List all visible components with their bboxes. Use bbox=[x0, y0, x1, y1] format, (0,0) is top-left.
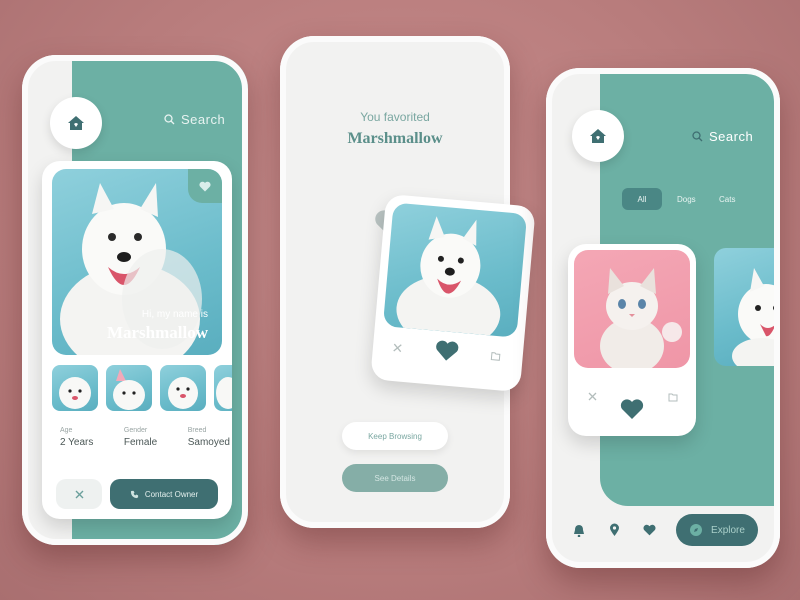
location-pin-icon[interactable] bbox=[609, 523, 620, 537]
home-button[interactable] bbox=[572, 110, 624, 162]
pet-profile-card: Hi, my name is Marshmallow Age 2 Years G… bbox=[42, 161, 232, 519]
favorite-corner[interactable] bbox=[188, 169, 222, 203]
keep-browsing-button[interactable]: Keep Browsing bbox=[342, 422, 448, 450]
explore-label: Explore bbox=[711, 524, 745, 536]
tab-label: All bbox=[637, 194, 647, 204]
close-icon bbox=[75, 490, 83, 498]
cat-card[interactable] bbox=[568, 244, 696, 436]
home-button[interactable] bbox=[50, 97, 102, 149]
heart-icon[interactable] bbox=[643, 524, 656, 536]
samoyed-illustration bbox=[396, 216, 501, 338]
detail-age: Age 2 Years bbox=[60, 427, 93, 448]
kitten-illustration bbox=[600, 268, 682, 368]
compass-icon bbox=[690, 524, 703, 536]
dismiss-button[interactable] bbox=[56, 479, 102, 509]
thumbnail-4[interactable] bbox=[214, 365, 232, 411]
thumbnail-2[interactable] bbox=[106, 365, 152, 411]
contact-owner-label: Contact Owner bbox=[144, 489, 199, 499]
samoyed-peek-illustration bbox=[732, 268, 780, 366]
heart-icon[interactable] bbox=[434, 339, 460, 363]
home-icon bbox=[68, 116, 84, 130]
tab-all[interactable]: All bbox=[622, 188, 662, 210]
close-icon[interactable] bbox=[588, 392, 597, 401]
search-bar[interactable]: Search bbox=[692, 129, 753, 144]
detail-label: Gender bbox=[123, 427, 148, 434]
favorited-text: You favorited bbox=[360, 110, 430, 124]
phone-explore-screen: Search All Dogs Cats Explore bbox=[546, 68, 780, 568]
detail-gender: Gender Female bbox=[124, 427, 157, 448]
search-label: Search bbox=[181, 112, 226, 127]
dog-thumbnail bbox=[216, 377, 232, 409]
thumbnail-3[interactable] bbox=[160, 365, 206, 411]
next-dog-card-peek[interactable] bbox=[714, 248, 780, 366]
search-icon bbox=[164, 114, 175, 125]
dog-party-hat-thumbnail bbox=[113, 369, 145, 410]
bottom-nav: Explore bbox=[546, 508, 780, 558]
folder-icon[interactable] bbox=[668, 392, 678, 402]
dog-thumbnail bbox=[168, 377, 198, 409]
detail-breed: Breed Samoyed bbox=[188, 427, 230, 448]
heart-icon[interactable] bbox=[620, 398, 644, 420]
home-icon bbox=[590, 129, 606, 143]
phone-icon bbox=[130, 490, 138, 498]
detail-label: Age bbox=[60, 427, 73, 434]
explore-button[interactable]: Explore bbox=[676, 514, 758, 546]
search-icon bbox=[692, 131, 703, 142]
pet-details: Age 2 Years Gender Female Breed Samoyed bbox=[60, 427, 230, 448]
see-details-label: See Details bbox=[374, 473, 416, 483]
tab-dogs[interactable]: Dogs bbox=[677, 195, 696, 204]
dog-thumbnail bbox=[59, 377, 91, 409]
detail-value: Samoyed bbox=[187, 437, 230, 448]
main-pet-photo[interactable]: Hi, my name is Marshmallow bbox=[52, 169, 222, 355]
close-icon[interactable] bbox=[393, 343, 403, 353]
search-label: Search bbox=[709, 129, 754, 144]
phone-profile-screen: Search Hi, my name is Marshmallow Age 2 … bbox=[22, 55, 248, 545]
detail-value: 2 Years bbox=[60, 437, 94, 448]
bell-icon[interactable] bbox=[573, 524, 585, 537]
cat-photo bbox=[574, 250, 690, 368]
keep-browsing-label: Keep Browsing bbox=[368, 431, 422, 441]
pet-intro-text: Hi, my name is bbox=[141, 309, 208, 320]
tab-cats[interactable]: Cats bbox=[719, 195, 735, 204]
pet-name-heading: Marshmallow bbox=[106, 323, 208, 342]
search-bar[interactable]: Search bbox=[164, 112, 225, 127]
favorited-pet-card[interactable] bbox=[370, 193, 536, 393]
see-details-button[interactable]: See Details bbox=[342, 464, 448, 492]
detail-value: Female bbox=[123, 437, 158, 448]
thumbnail-strip bbox=[52, 365, 232, 413]
heart-icon bbox=[199, 181, 211, 191]
detail-label: Breed bbox=[187, 427, 207, 434]
favorited-pet-name: Marshmallow bbox=[347, 130, 443, 147]
thumbnail-1[interactable] bbox=[52, 365, 98, 411]
folder-icon[interactable] bbox=[490, 351, 501, 362]
favorited-pet-photo bbox=[382, 202, 528, 338]
contact-owner-button[interactable]: Contact Owner bbox=[110, 479, 218, 509]
